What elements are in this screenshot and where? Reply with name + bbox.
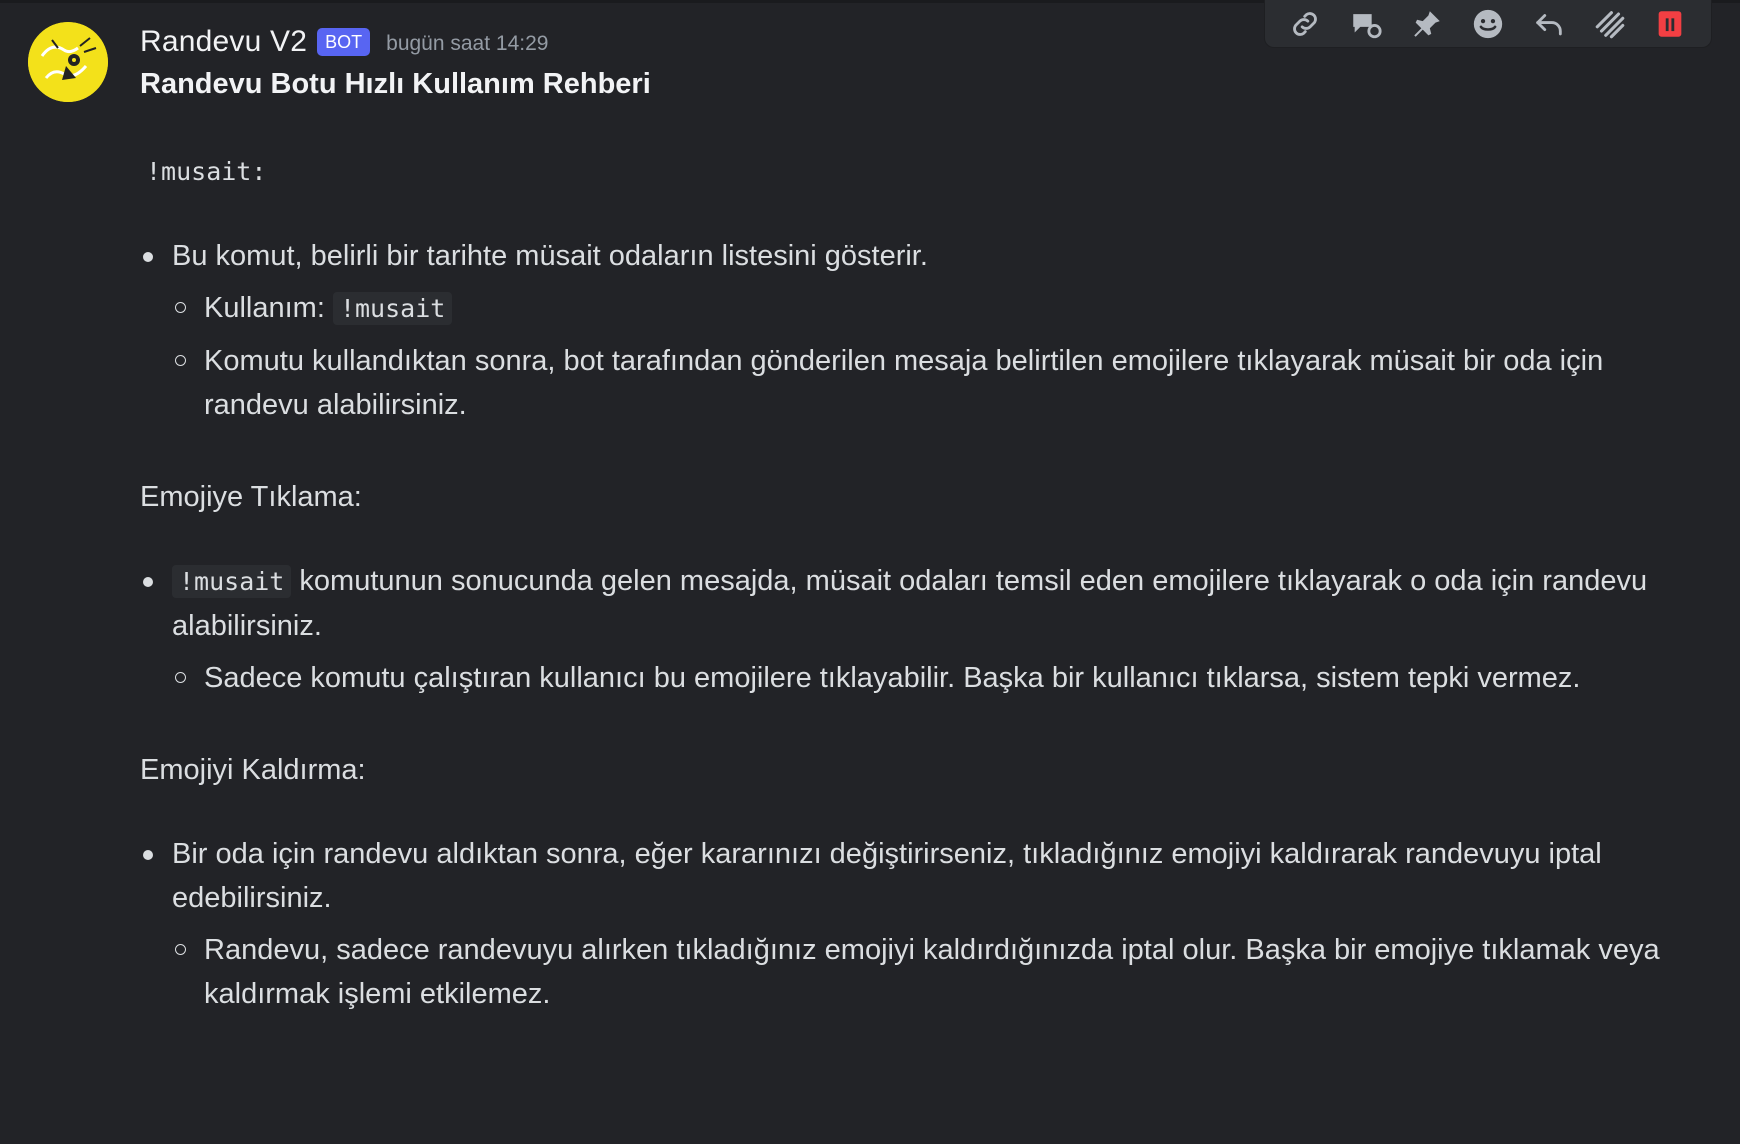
message-title: Randevu Botu Hızlı Kullanım Rehberi — [140, 68, 651, 100]
chat-message: Randevu V2 BOT bugün saat 14:29 Randevu … — [0, 0, 1740, 1144]
list-item-text: Komutu kullandıktan sonra, bot tarafında… — [204, 345, 1604, 421]
message-content: Randevu Botu Hızlı Kullanım Rehberi !mus… — [140, 62, 1660, 1024]
list-item-text: Bu komut, belirli bir tarihte müsait oda… — [172, 240, 928, 272]
list-item: Randevu, sadece randevuyu alırken tıklad… — [172, 928, 1660, 1016]
bot-avatar-image — [28, 22, 108, 102]
list-item: Sadece komutu çalıştıran kullanıcı bu em… — [172, 656, 1660, 700]
bot-badge: BOT — [317, 28, 371, 56]
section-heading: Emojiyi Kaldırma: — [140, 754, 366, 786]
message-toolbar — [1264, 0, 1712, 48]
list-item-text: Bir oda için randevu aldıktan sonra, eğe… — [172, 838, 1602, 914]
add-reaction-button[interactable] — [1466, 4, 1510, 44]
inline-code: !musait — [172, 565, 292, 598]
section2-list: !musait komutunun sonucunda gelen mesajd… — [140, 559, 1660, 700]
apps-icon — [1595, 10, 1624, 38]
section3-list: Bir oda için randevu aldıktan sonra, eğe… — [140, 832, 1660, 1016]
reply-button[interactable] — [1527, 4, 1571, 44]
list-item: !musait komutunun sonucunda gelen mesajd… — [140, 559, 1660, 700]
copy-link-button[interactable] — [1283, 4, 1327, 44]
avatar[interactable] — [28, 22, 108, 102]
list-item: Komutu kullandıktan sonra, bot tarafında… — [172, 339, 1660, 427]
list-item: Kullanım: !musait — [172, 286, 1660, 331]
list-item: Bu komut, belirli bir tarihte müsait oda… — [140, 234, 1660, 427]
apps-button[interactable] — [1588, 4, 1632, 44]
section-heading: Emojiye Tıklama: — [140, 481, 362, 513]
username[interactable]: Randevu V2 — [140, 25, 307, 59]
timestamp[interactable]: bugün saat 14:29 — [386, 28, 548, 56]
list-item-text: komutunun sonucunda gelen mesajda, müsai… — [172, 565, 1648, 642]
pin-icon — [1414, 10, 1440, 37]
message-header: Randevu V2 BOT bugün saat 14:29 — [140, 20, 548, 64]
section1-sublist: Kullanım: !musait Komutu kullandıktan so… — [172, 286, 1660, 427]
section2-sublist: Sadece komutu çalıştıran kullanıcı bu em… — [172, 656, 1660, 700]
list-item: Bir oda için randevu aldıktan sonra, eğe… — [140, 832, 1660, 1016]
add-reaction-icon — [1473, 9, 1503, 38]
delete-button[interactable] — [1648, 4, 1692, 44]
create-thread-button[interactable] — [1344, 4, 1388, 44]
section1-list: Bu komut, belirli bir tarihte müsait oda… — [140, 234, 1660, 427]
delete-icon — [1659, 10, 1682, 37]
command-heading: !musait: — [146, 157, 267, 186]
reply-icon — [1536, 13, 1562, 35]
inline-code: !musait — [332, 292, 453, 325]
list-item-text: Randevu, sadece randevuyu alırken tıklad… — [204, 934, 1660, 1010]
usage-label: Kullanım: — [204, 292, 325, 324]
section3-sublist: Randevu, sadece randevuyu alırken tıklad… — [172, 928, 1660, 1016]
list-item-text: Sadece komutu çalıştıran kullanıcı bu em… — [204, 662, 1581, 694]
thread-icon — [1353, 13, 1382, 38]
pin-button[interactable] — [1405, 4, 1449, 44]
link-icon — [1293, 11, 1318, 36]
